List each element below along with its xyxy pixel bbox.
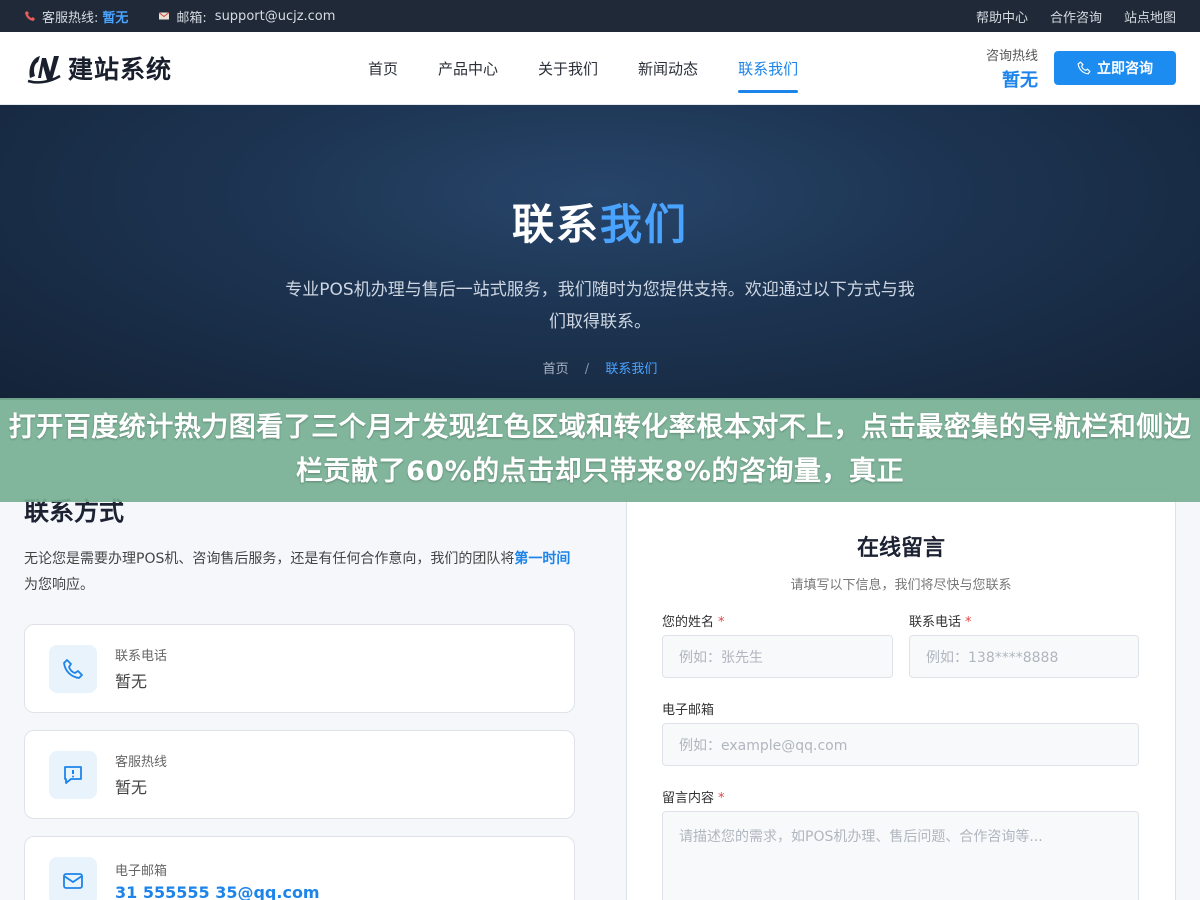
overlay-caption-banner: 打开百度统计热力图看了三个月才发现红色区域和转化率根本对不上，点击最密集的导航栏… xyxy=(0,398,1200,502)
name-input[interactable]: 例如：张先生 xyxy=(662,635,893,678)
topbar-email: 邮箱: support@ucjz.com xyxy=(158,7,335,26)
header-hotline-value: 暂无 xyxy=(1002,69,1038,91)
message-textarea[interactable]: 请描述您的需求，如POS机办理、售后问题、合作咨询等... xyxy=(662,811,1139,900)
info-label-email: 电子邮箱 xyxy=(115,863,168,879)
info-label-phone: 联系电话 xyxy=(115,649,168,664)
logo[interactable]: 建站系统 xyxy=(24,48,368,88)
message-label-text: 留言内容 xyxy=(662,791,715,806)
nav-contact[interactable]: 联系我们 xyxy=(738,32,799,105)
breadcrumb: 首页 / 联系我们 xyxy=(0,358,1200,377)
contact-desc-suffix: 为您响应。 xyxy=(24,577,94,593)
phone-label: 联系电话 * xyxy=(909,611,972,630)
topbar-email-value[interactable]: support@ucjz.com xyxy=(215,9,336,24)
hero-section: 联系我们 专业POS机办理与售后一站式服务，我们随时为您提供支持。欢迎通过以下方… xyxy=(0,105,1200,400)
info-value-hotline: 暂无 xyxy=(115,778,148,797)
info-value-email[interactable]: 31 555555 35@qq.com xyxy=(115,883,320,900)
breadcrumb-home[interactable]: 首页 xyxy=(543,362,569,377)
phone-icon xyxy=(1077,61,1091,75)
nav-news[interactable]: 新闻动态 xyxy=(638,32,698,105)
topbar-hotline: 客服热线: 暂无 xyxy=(24,7,128,26)
consult-button-label: 立即咨询 xyxy=(1097,61,1153,77)
link-sitemap[interactable]: 站点地图 xyxy=(1124,7,1176,26)
required-mark: * xyxy=(718,791,725,806)
hero-subtitle: 专业POS机办理与售后一站式服务，我们随时为您提供支持。欢迎通过以下方式与我们取… xyxy=(285,280,915,332)
header-hotline: 咨询热线 暂无 xyxy=(986,45,1038,92)
hero-title-part2: 我们 xyxy=(600,200,689,249)
contact-description: 无论您是需要办理POS机、咨询售后服务，还是有任何合作意向，我们的团队将第一时间… xyxy=(24,546,576,598)
nav-about[interactable]: 关于我们 xyxy=(538,32,598,105)
logo-mark-icon xyxy=(27,56,61,84)
info-card-phone: 联系电话 暂无 xyxy=(24,624,575,713)
required-mark: * xyxy=(718,615,725,630)
email-input[interactable]: 例如：example@qq.com xyxy=(662,723,1139,766)
info-label-hotline: 客服热线 xyxy=(115,755,168,770)
message-form: 在线留言 请填写以下信息，我们将尽快与您联系 您的姓名 * 联系电话 * 例如：张先… xyxy=(626,489,1176,900)
site-header: 建站系统 首页 产品中心 关于我们 新闻动态 联系我们 咨询热线 暂无 立即咨询 xyxy=(0,32,1200,105)
breadcrumb-separator: / xyxy=(584,362,590,377)
breadcrumb-current: 联系我们 xyxy=(605,362,658,377)
info-card-hotline: 客服热线 暂无 xyxy=(24,730,575,819)
contact-desc-emphasis: 第一时间 xyxy=(514,551,571,567)
form-subtitle: 请填写以下信息，我们将尽快与您联系 xyxy=(790,578,1012,593)
form-title: 在线留言 xyxy=(856,536,945,561)
header-hotline-label: 咨询热线 xyxy=(985,48,1038,64)
phone-icon xyxy=(49,644,97,693)
envelope-icon xyxy=(159,12,170,20)
phone-icon xyxy=(25,11,35,21)
logo-text: 建站系统 xyxy=(68,55,173,84)
hero-title: 联系我们 xyxy=(0,105,1200,252)
consult-button[interactable]: 立即咨询 xyxy=(1054,51,1176,85)
contact-info-column: 联系方式 无论您是需要办理POS机、咨询售后服务，还是有任何合作意向，我们的团队… xyxy=(24,492,576,598)
topbar-hotline-label: 客服热线: xyxy=(42,10,99,26)
phone-label-text: 联系电话 xyxy=(909,615,962,630)
mail-icon xyxy=(49,856,97,900)
contact-desc-prefix: 无论您是需要办理POS机、咨询售后服务，还是有任何合作意向，我们的团队将 xyxy=(24,551,515,567)
info-value-phone: 暂无 xyxy=(115,672,148,691)
email-label: 电子邮箱 xyxy=(662,703,715,718)
nav-products[interactable]: 产品中心 xyxy=(438,32,498,105)
name-label: 您的姓名 * xyxy=(662,611,725,630)
nav-home[interactable]: 首页 xyxy=(368,32,398,105)
link-cooperation[interactable]: 合作咨询 xyxy=(1050,7,1102,26)
topbar-email-label: 邮箱: xyxy=(176,10,207,26)
chat-icon xyxy=(49,750,97,799)
phone-input[interactable]: 例如：138****8888 xyxy=(909,635,1139,678)
hero-title-part1: 联系 xyxy=(511,200,600,249)
message-label: 留言内容 * xyxy=(662,787,725,806)
name-label-text: 您的姓名 xyxy=(662,615,715,630)
top-bar: 客服热线: 暂无 邮箱: support@ucjz.com 帮助中心 合作咨询 … xyxy=(0,0,1200,32)
topbar-hotline-value: 暂无 xyxy=(102,10,129,26)
required-mark: * xyxy=(965,615,972,630)
info-card-email: 电子邮箱 31 555555 35@qq.com xyxy=(24,836,575,900)
main-nav: 首页 产品中心 关于我们 新闻动态 联系我们 xyxy=(368,32,838,105)
link-help-center[interactable]: 帮助中心 xyxy=(976,7,1028,26)
